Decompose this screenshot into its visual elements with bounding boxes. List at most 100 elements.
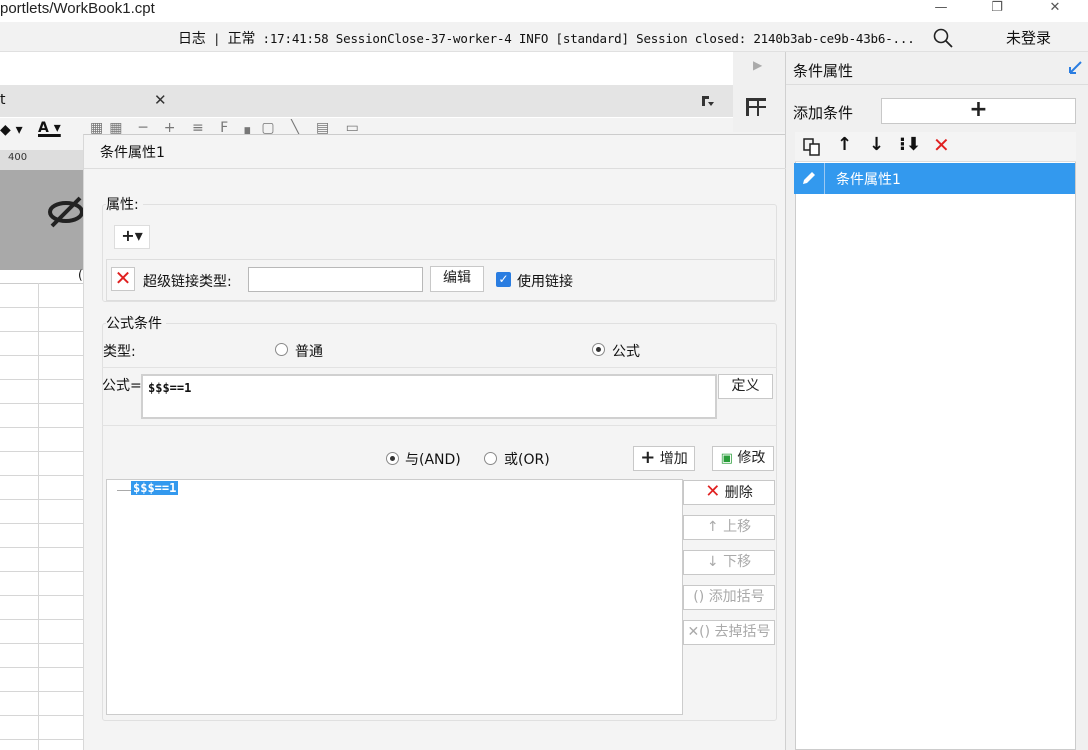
- close-icon[interactable]: ✕: [1040, 0, 1070, 18]
- move-up-button[interactable]: ↑ 上移: [683, 515, 775, 540]
- and-radio[interactable]: [386, 452, 399, 465]
- hidden-sheet-block: [0, 170, 85, 270]
- delete-condition-label: 删除: [724, 485, 753, 501]
- formula-group-label: 公式条件: [106, 313, 166, 333]
- grid-line: [0, 571, 85, 572]
- grid-line: [0, 691, 85, 692]
- remove-attribute-icon[interactable]: ✕: [111, 267, 135, 291]
- hidden-eye-icon: [48, 196, 84, 228]
- list-toolbar: ↑ ↓ ⁝⬇ ✕: [795, 132, 1076, 162]
- copy-icon[interactable]: [803, 138, 821, 156]
- grid-line: [0, 715, 85, 716]
- add-condition-button[interactable]: +: [881, 98, 1076, 124]
- minimize-icon[interactable]: —: [926, 0, 956, 18]
- log-text: 日志 | 正常 :17:41:58 SessionClose-37-worker…: [178, 31, 915, 47]
- type-radio-formula[interactable]: [592, 343, 605, 356]
- formula-divider: [102, 425, 777, 426]
- type-divider: [102, 367, 777, 368]
- add-bracket-button[interactable]: () 添加括号: [683, 585, 775, 610]
- delete-condition-button[interactable]: ✕ 删除: [683, 480, 775, 505]
- grid-line: [0, 619, 85, 620]
- use-link-checkbox[interactable]: ✓: [496, 272, 511, 287]
- condition-item[interactable]: $$$==1: [131, 481, 179, 495]
- remove-bracket-label: 去掉括号: [714, 624, 771, 640]
- modify-button[interactable]: ▣ 修改: [712, 446, 774, 471]
- move-down-label: 下移: [723, 554, 752, 570]
- column-header-fragment: (: [78, 268, 83, 282]
- list-item-label: 条件属性1: [836, 172, 901, 188]
- bracket-icon: (): [693, 589, 705, 605]
- move-up-icon[interactable]: ↑: [837, 134, 852, 155]
- add-condition-item-button[interactable]: + 增加: [633, 446, 695, 471]
- grid-line: [0, 403, 85, 404]
- fill-color-icon[interactable]: ◆ ▾: [0, 122, 23, 138]
- use-link-label: 使用链接: [517, 274, 573, 290]
- font-color-icon[interactable]: A ▾: [38, 120, 61, 136]
- log-message: 17:41:58 SessionClose-37-worker-4 INFO […: [269, 31, 915, 46]
- grid-line: [0, 667, 85, 668]
- or-radio[interactable]: [484, 452, 497, 465]
- type-formula-label: 公式: [612, 344, 640, 360]
- edit-link-button[interactable]: 编辑: [430, 266, 484, 292]
- window-titlebar: portlets/WorkBook1.cpt — ❐ ✕: [0, 0, 1088, 22]
- type-radio-normal[interactable]: [275, 343, 288, 356]
- remove-bracket-icon: ✕(): [687, 624, 711, 640]
- plus-icon: +: [640, 447, 656, 468]
- pencil-icon: [803, 172, 815, 184]
- grid-line: [0, 451, 85, 452]
- grid-line: [0, 307, 85, 308]
- condition-panel: 条件属性 添加条件 + ↑ ↓ ⁝⬇ ✕: [785, 52, 1088, 750]
- move-bottom-icon[interactable]: ⁝⬇: [899, 134, 921, 155]
- search-icon[interactable]: [932, 27, 954, 49]
- add-condition-label: 添加条件: [793, 104, 854, 122]
- hyperlink-type-label: 超级链接类型:: [143, 274, 232, 290]
- move-up-label: 上移: [723, 519, 752, 535]
- type-label: 类型:: [103, 344, 136, 360]
- log-status: 正常: [227, 31, 256, 47]
- condition-tree[interactable]: $$$==1: [106, 479, 683, 715]
- grid-line: [0, 379, 85, 380]
- add-attribute-button[interactable]: +▾: [114, 225, 150, 249]
- side-strip: ▶: [733, 52, 785, 132]
- dropdown-corner-icon[interactable]: [700, 94, 716, 108]
- add-bracket-label: 添加括号: [708, 589, 765, 605]
- type-normal-label: 普通: [295, 344, 323, 360]
- grid-line: [0, 475, 85, 476]
- ruler-label: 400: [8, 152, 28, 163]
- grid-line: [0, 547, 85, 548]
- dialog-title: 条件属性1: [100, 145, 165, 161]
- cell-property-icon[interactable]: [745, 97, 767, 117]
- log-label: 日志: [178, 31, 206, 47]
- move-down-button[interactable]: ↓ 下移: [683, 550, 775, 575]
- expand-arrow-icon[interactable]: ▶: [753, 58, 762, 72]
- divider: [786, 84, 1088, 85]
- arrow-up-icon: ↑: [706, 519, 719, 535]
- tab-strip: [180, 85, 735, 117]
- formula-value: $$$==1: [148, 381, 192, 395]
- sheet-tab[interactable]: t ✕: [0, 85, 180, 117]
- move-down-icon[interactable]: ↓: [869, 134, 884, 155]
- restore-icon[interactable]: ❐: [982, 0, 1012, 18]
- list-item-selected[interactable]: 条件属性1: [794, 163, 1075, 194]
- and-label: 与(AND): [405, 452, 461, 468]
- panel-title: 条件属性: [793, 62, 854, 80]
- grid-line: [0, 427, 85, 428]
- collapse-arrow-icon[interactable]: [1067, 60, 1083, 76]
- modify-icon: ▣: [720, 451, 733, 466]
- window-title: portlets/WorkBook1.cpt: [0, 0, 155, 17]
- grid-line: [0, 739, 85, 740]
- or-label: 或(OR): [504, 452, 550, 468]
- login-link[interactable]: 未登录: [1006, 27, 1051, 48]
- tree-line: [117, 490, 131, 491]
- delete-icon[interactable]: ✕: [933, 133, 950, 157]
- grid-line: [0, 331, 85, 332]
- formula-input[interactable]: $$$==1: [141, 374, 717, 419]
- remove-bracket-button[interactable]: ✕() 去掉括号: [683, 620, 775, 645]
- column-header-row: (: [0, 268, 85, 284]
- grid-line: [0, 499, 85, 500]
- close-tab-icon[interactable]: ✕: [154, 91, 167, 109]
- add-condition-item-label: 增加: [659, 451, 688, 467]
- define-button[interactable]: 定义: [718, 374, 773, 399]
- grid-line: [38, 283, 39, 750]
- hyperlink-type-input[interactable]: [248, 267, 423, 292]
